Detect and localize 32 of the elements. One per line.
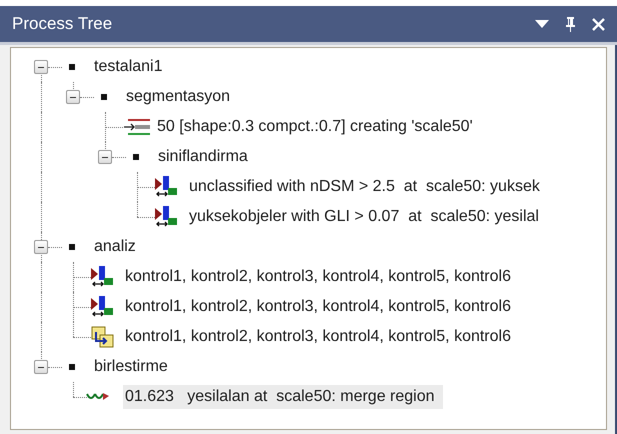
tree-item[interactable]: testalani1: [92, 55, 164, 79]
window-title: Process Tree: [12, 14, 112, 34]
close-icon[interactable]: [592, 18, 605, 30]
collapse-toggle[interactable]: [34, 240, 48, 254]
classification-icon: [91, 296, 115, 318]
tree-item[interactable]: siniflandirma: [156, 145, 250, 169]
bullet-icon: [69, 244, 75, 250]
dropdown-icon[interactable]: [535, 20, 549, 28]
classification-icon: [155, 206, 179, 228]
collapse-toggle[interactable]: [34, 60, 48, 74]
pin-icon[interactable]: [565, 16, 576, 32]
bullet-icon: [69, 64, 75, 70]
classification-icon: [91, 266, 115, 288]
tree-item[interactable]: kontrol1, kontrol2, kontrol3, kontrol4, kontrol5, kontrol6: [123, 295, 513, 319]
bullet-icon: [101, 94, 107, 100]
overlapping-squares-icon: [91, 326, 115, 348]
tree-item[interactable]: unclassified with nDSM > 2.5 at scale50: yuksek: [187, 175, 542, 199]
tree-item[interactable]: 01.623 yesilalan at scale50: merge region: [123, 385, 443, 409]
collapse-toggle[interactable]: [34, 360, 48, 374]
tree-item[interactable]: 50 [shape:0.3 compct.:0.7] creating 'scale50': [155, 115, 475, 139]
tree-item[interactable]: analiz: [92, 235, 138, 259]
segmentation-icon: [123, 117, 151, 137]
bullet-icon: [133, 154, 139, 160]
collapse-toggle[interactable]: [66, 90, 80, 104]
collapse-toggle[interactable]: [98, 150, 112, 164]
tree-item[interactable]: segmentasyon: [124, 85, 232, 109]
bullet-icon: [69, 364, 75, 370]
tree-item[interactable]: kontrol1, kontrol2, kontrol3, kontrol4, kontrol5, kontrol6: [123, 265, 513, 289]
tree-item[interactable]: birlestirme: [92, 355, 170, 379]
classification-icon: [155, 176, 179, 198]
tree-item[interactable]: yuksekobjeler with GLI > 0.07 at scale50: yesilal: [187, 205, 541, 229]
tree-item[interactable]: kontrol1, kontrol2, kontrol3, kontrol4, kontrol5, kontrol6: [123, 325, 513, 349]
